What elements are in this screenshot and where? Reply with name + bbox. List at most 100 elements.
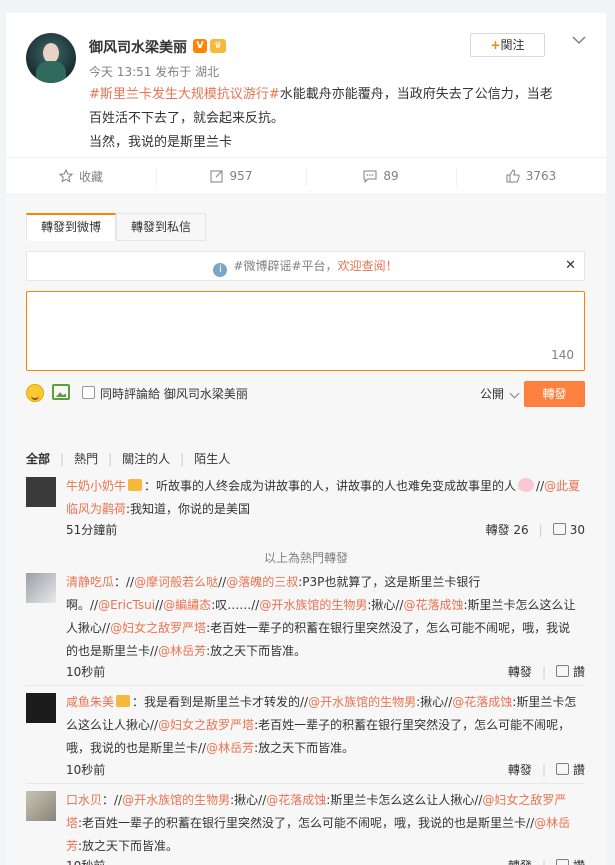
visibility-select[interactable]: 公開 bbox=[480, 385, 504, 402]
repost-count: 957 bbox=[229, 169, 253, 183]
mention-link[interactable]: @林岳芳 bbox=[158, 644, 206, 658]
mention-link[interactable]: @开水族馆的生物男 bbox=[308, 695, 416, 709]
avatar-body bbox=[36, 61, 66, 83]
mention-link[interactable]: @开水族馆的生物男 bbox=[259, 598, 367, 612]
notice-link[interactable]: 欢迎查阅！ bbox=[338, 259, 398, 273]
repost-body: :揪心// bbox=[367, 598, 404, 612]
repost-ref-prefix: // bbox=[536, 479, 545, 493]
repost-ref: :我知道，你说的是美国 bbox=[126, 502, 251, 516]
avatar[interactable] bbox=[26, 573, 56, 603]
avatar-face bbox=[43, 43, 59, 63]
repost-text: 咸鱼朱美 ：我是看到是斯里兰卡才转发的//@开水族馆的生物男:揪心//@花落成蚀:… bbox=[66, 691, 581, 760]
avatar[interactable] bbox=[26, 791, 56, 821]
star-icon bbox=[58, 169, 73, 183]
repost-item: 咸鱼朱美 ：我是看到是斯里兰卡才转发的//@开水族馆的生物男:揪心//@花落成蚀:… bbox=[26, 691, 585, 777]
post-text-3: 当然，我说的是斯里兰卡 bbox=[89, 135, 233, 150]
repost-item: 牛奶小奶牛 ：听故事的人终会成为讲故事的人，讲故事的人也难免变成故事里的人//@此… bbox=[26, 475, 585, 538]
mention-link[interactable]: @开水族馆的生物男 bbox=[122, 793, 230, 807]
divider: | bbox=[538, 522, 543, 537]
pig-emoji-icon bbox=[518, 478, 535, 492]
filter-stranger[interactable]: 陌生人 bbox=[194, 450, 230, 467]
repost-tabs: 轉發到微博 轉發到私信 bbox=[26, 213, 207, 241]
repost-time[interactable]: 10秒前 bbox=[66, 761, 105, 778]
mention-link[interactable]: @妇女之敌罗严塔 bbox=[158, 718, 254, 732]
author-name[interactable]: 御风司水梁美丽 bbox=[89, 37, 187, 57]
notice-tag[interactable]: #微博辟谣# bbox=[233, 259, 301, 273]
image-icon[interactable] bbox=[52, 384, 70, 400]
comment-button[interactable]: 89 bbox=[306, 158, 456, 194]
thumbs-up-icon bbox=[555, 763, 569, 775]
author-avatar[interactable] bbox=[26, 33, 76, 83]
mention-link[interactable]: @EricTsui bbox=[98, 598, 155, 612]
tab-repost-weibo[interactable]: 轉發到微博 bbox=[26, 213, 117, 241]
like-action[interactable]: 讚 bbox=[555, 761, 585, 778]
repost-action[interactable]: 轉發 bbox=[508, 857, 532, 865]
repost-user[interactable]: 口水贝 bbox=[66, 793, 102, 807]
send-button[interactable]: 轉發 bbox=[524, 381, 585, 407]
chevron-down-icon[interactable] bbox=[509, 388, 520, 399]
weibo-card: 御风司水梁美丽 V ♛ 今天 13:51 发布于 湖北 +関注 #斯里兰卡发生大… bbox=[6, 13, 606, 865]
filter-hot[interactable]: 熱門 bbox=[74, 450, 98, 467]
topic-tag[interactable]: #斯里兰卡发生大规模抗议游行# bbox=[89, 87, 280, 102]
post-body: #斯里兰卡发生大规模抗议游行#水能載舟亦能覆舟，当政府失去了公信力，当老 百姓活… bbox=[89, 83, 589, 155]
repost-textarea[interactable]: 140 bbox=[26, 291, 585, 371]
mention-link[interactable]: @林岳芳 bbox=[206, 741, 254, 755]
comment-also-checkbox[interactable] bbox=[82, 386, 95, 399]
repost-panel: 轉發到微博 轉發到私信 i #微博辟谣#平台，欢迎查阅！ ✕ 140 同時評論給 … bbox=[6, 195, 606, 865]
like-count: 30 bbox=[569, 522, 585, 537]
post-text-2: 百姓活不下去了，就会起来反抗。 bbox=[89, 111, 285, 126]
repost-time[interactable]: 10秒前 bbox=[66, 857, 105, 865]
repost-body: :放之天下而皆准。 bbox=[254, 741, 355, 755]
chevron-down-icon[interactable] bbox=[571, 33, 587, 47]
comment-also-label[interactable]: 同時評論給 御风司水梁美丽 bbox=[100, 385, 248, 402]
info-icon: i bbox=[213, 263, 228, 277]
repost-user[interactable]: 清静吃瓜 bbox=[66, 575, 114, 589]
repost-button[interactable]: 957 bbox=[156, 158, 306, 194]
thumbs-up-icon bbox=[552, 522, 566, 535]
mention-link[interactable]: @花落成蚀 bbox=[403, 598, 463, 612]
like-action[interactable]: 讚 bbox=[555, 857, 585, 865]
tab-repost-message[interactable]: 轉發到私信 bbox=[116, 213, 207, 241]
repost-body: ：听故事的人终会成为讲故事的人，讲故事的人也难免变成故事里的人 bbox=[144, 479, 517, 493]
like-action[interactable]: 30 bbox=[552, 522, 585, 537]
avatar[interactable] bbox=[26, 477, 56, 507]
mention-link[interactable]: @落魄的三叔 bbox=[226, 575, 298, 589]
favorite-button[interactable]: 收藏 bbox=[6, 158, 156, 194]
divider: | bbox=[541, 664, 546, 679]
filter-following[interactable]: 關注的人 bbox=[122, 450, 170, 467]
filter-all[interactable]: 全部 bbox=[26, 450, 50, 467]
repost-time[interactable]: 10秒前 bbox=[66, 663, 105, 680]
repost-user[interactable]: 咸鱼朱美 bbox=[66, 695, 114, 709]
mention-link[interactable]: @花落成蚀 bbox=[266, 793, 326, 807]
like-action[interactable]: 讚 bbox=[555, 663, 585, 680]
action-bar: 收藏 957 89 3763 bbox=[6, 157, 606, 195]
repost-time[interactable]: 51分鐘前 bbox=[66, 521, 117, 538]
repost-user[interactable]: 牛奶小奶牛 bbox=[66, 479, 126, 493]
like-button[interactable]: 3763 bbox=[456, 158, 606, 194]
emoji-icon[interactable] bbox=[26, 384, 44, 402]
avatar[interactable] bbox=[26, 693, 56, 723]
thumbs-up-icon bbox=[506, 169, 520, 183]
close-icon[interactable]: ✕ bbox=[565, 252, 576, 280]
repost-actions: 轉發 | 讚 bbox=[508, 761, 585, 778]
plus-icon: + bbox=[490, 38, 501, 52]
divider bbox=[26, 685, 585, 686]
mention-link[interactable]: @摩诃般若么哒 bbox=[134, 575, 218, 589]
vip-icon: ♛ bbox=[210, 39, 226, 53]
repost-action[interactable]: 轉發 26 bbox=[486, 521, 529, 538]
repost-body: // bbox=[218, 575, 227, 589]
mention-link[interactable]: @花落成蚀 bbox=[452, 695, 512, 709]
repost-action[interactable]: 轉發 bbox=[508, 761, 532, 778]
repost-item: 清静吃瓜：//@摩诃般若么哒//@落魄的三叔:P3P也就算了，这是斯里兰卡银行啊… bbox=[26, 571, 585, 679]
divider: | bbox=[180, 451, 185, 466]
repost-body: :放之天下而皆准。 bbox=[206, 644, 307, 658]
post-time[interactable]: 今天 13:51 bbox=[89, 65, 151, 79]
follow-label: 関注 bbox=[500, 38, 525, 52]
repost-body: :揪心// bbox=[230, 793, 267, 807]
repost-action[interactable]: 轉發 bbox=[508, 663, 532, 680]
repost-text: 清静吃瓜：//@摩诃般若么哒//@落魄的三叔:P3P也就算了，这是斯里兰卡银行啊… bbox=[66, 571, 581, 663]
mention-link[interactable]: @妇女之敌罗严塔 bbox=[110, 621, 206, 635]
mention-link[interactable]: @編繡态 bbox=[163, 598, 211, 612]
repost-body: // bbox=[155, 598, 164, 612]
follow-button[interactable]: +関注 bbox=[470, 33, 545, 57]
